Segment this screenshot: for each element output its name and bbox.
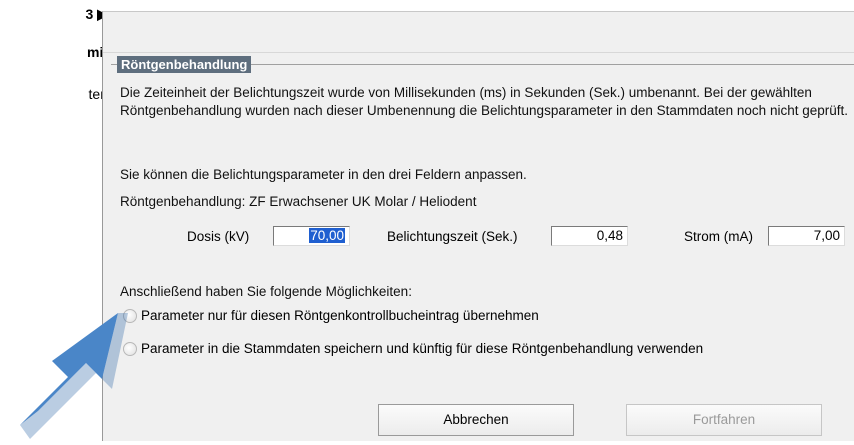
dose-value: 70,00 (309, 228, 345, 243)
group-frame (111, 64, 854, 441)
hint-text: Sie können die Belichtungsparameter in d… (120, 167, 527, 182)
cancel-button[interactable]: Abbrechen (378, 404, 574, 436)
group-title: Röntgenbehandlung (117, 56, 252, 73)
option-save-master-data[interactable]: Parameter in die Stammdaten speichern un… (123, 341, 703, 356)
intro-text: Die Zeiteinheit der Belichtungszeit wurd… (120, 85, 848, 118)
options-heading: Anschließend haben Sie folgende Möglichk… (120, 284, 412, 299)
current-label: Strom (mA) (684, 229, 753, 244)
dose-input[interactable]: 70,00 (273, 226, 350, 246)
exposure-time-input[interactable]: 0,48 (551, 226, 628, 246)
continue-button[interactable]: Fortfahren (626, 404, 822, 436)
pointer-arrow-icon (20, 313, 128, 439)
exposure-parameters-dialog: Röntgenbehandlung Die Zeiteinheit der Be… (102, 11, 854, 441)
dialog-title-bar (103, 12, 854, 53)
treatment-text: Röntgenbehandlung: ZF Erwachsener UK Mol… (120, 194, 477, 209)
option-label: Parameter in die Stammdaten speichern un… (141, 341, 704, 356)
option-label: Parameter nur für diesen Röntgenkontroll… (141, 308, 539, 323)
exposure-time-label: Belichtungszeit (Sek.) (387, 229, 518, 244)
current-input[interactable]: 7,00 (768, 226, 845, 246)
dose-label: Dosis (kV) (187, 229, 250, 244)
option-apply-once[interactable]: Parameter nur für diesen Röntgenkontroll… (123, 308, 539, 323)
